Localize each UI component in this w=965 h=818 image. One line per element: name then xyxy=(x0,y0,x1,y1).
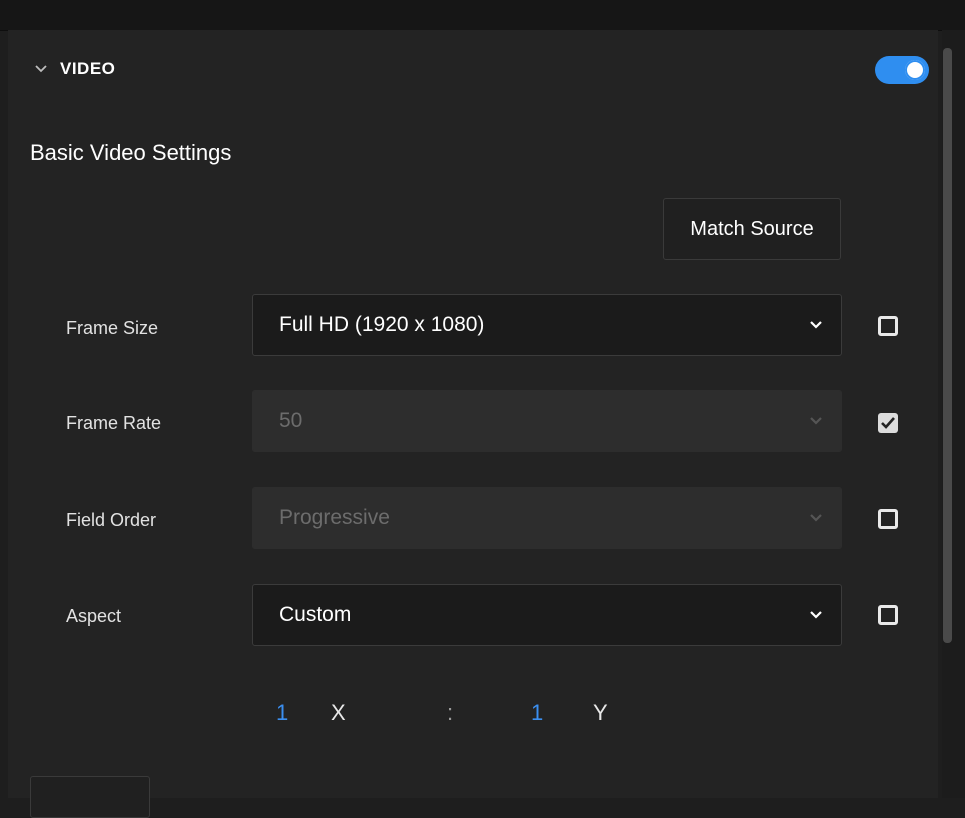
chevron-down-icon xyxy=(807,606,825,624)
aspect-y-label: Y xyxy=(593,700,608,725)
video-enable-toggle[interactable] xyxy=(875,56,929,84)
frame-size-checkbox[interactable] xyxy=(878,316,898,336)
toggle-knob xyxy=(905,60,925,80)
chevron-down-icon[interactable] xyxy=(30,58,52,80)
frame-rate-select[interactable]: 50 xyxy=(252,390,842,452)
panel-top-bar xyxy=(0,0,965,31)
field-order-label: Field Order xyxy=(66,510,157,530)
partially-visible-button[interactable] xyxy=(30,776,150,818)
basic-video-settings-heading: Basic Video Settings xyxy=(30,140,232,165)
aspect-select[interactable]: Custom xyxy=(252,584,842,646)
field-order-checkbox[interactable] xyxy=(878,509,898,529)
match-source-button[interactable]: Match Source xyxy=(663,198,841,260)
frame-size-value: Full HD (1920 x 1080) xyxy=(279,313,485,336)
scrollbar-thumb[interactable] xyxy=(943,48,952,643)
aspect-x-input[interactable]: 1 xyxy=(276,700,288,726)
frame-rate-label: Frame Rate xyxy=(66,413,162,433)
aspect-y-input[interactable]: 1 xyxy=(531,700,543,726)
chevron-down-icon xyxy=(807,412,825,430)
frame-size-label: Frame Size xyxy=(66,318,159,338)
aspect-checkbox[interactable] xyxy=(878,605,898,625)
aspect-label: Aspect xyxy=(66,606,122,626)
aspect-separator: : xyxy=(447,700,454,725)
frame-size-select[interactable]: Full HD (1920 x 1080) xyxy=(252,294,842,356)
chevron-down-icon xyxy=(807,316,825,334)
aspect-value: Custom xyxy=(279,603,352,626)
frame-rate-value: 50 xyxy=(279,409,303,432)
chevron-down-icon xyxy=(807,509,825,527)
video-section-title: VIDEO xyxy=(60,59,116,78)
aspect-x-label: X xyxy=(331,700,346,725)
frame-rate-checkbox[interactable] xyxy=(878,413,898,433)
video-section-header[interactable]: VIDEO xyxy=(30,55,115,83)
field-order-value: Progressive xyxy=(279,506,390,529)
field-order-select[interactable]: Progressive xyxy=(252,487,842,549)
checkmark-icon xyxy=(881,417,895,429)
